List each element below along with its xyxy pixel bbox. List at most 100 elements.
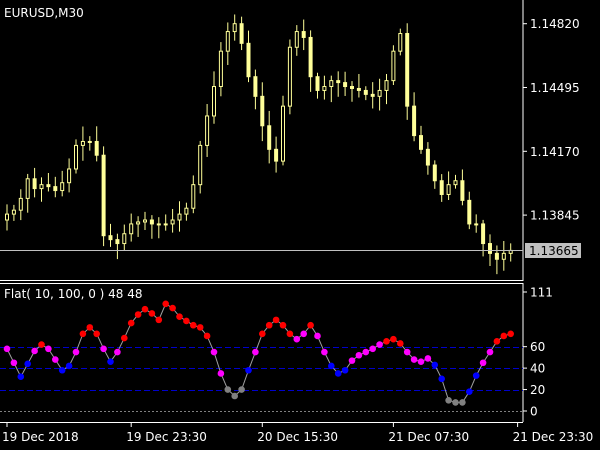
flat-dot [252,348,259,356]
candle-body [336,80,341,84]
candle-body [453,180,458,186]
flat-dot [390,335,397,343]
candle-body [246,42,251,78]
candle-body [294,31,299,48]
flat-dot [231,392,238,400]
candle-body [356,87,361,91]
candle-body [39,184,44,190]
flat-dot [410,356,418,363]
candle-body [191,184,196,209]
flat-dot [486,348,494,356]
candle-body [446,184,451,195]
flat-dot [328,362,335,370]
candle-body [60,182,65,192]
candle-body [101,154,106,237]
candle-body [205,115,210,146]
indicator-tick-label: 111 [530,286,553,300]
candle-body [322,86,327,91]
flat-dot [100,345,107,353]
candle-body [239,23,244,44]
flat-dot [162,300,169,308]
flat-dot [293,335,301,343]
flat-dot [300,330,308,338]
flat-dot [107,358,114,365]
candle-body [32,178,37,190]
candle-body [287,46,292,107]
flat-dot [314,332,321,340]
flat-dot [3,345,11,353]
candle-body [163,223,168,226]
flat-dot [452,399,459,406]
chart-canvas[interactable]: 1.14820 1.14495 1.14170 1.13845 1.13665 EUR… [0,0,600,450]
candle-body [501,252,506,260]
flat-dot [203,332,211,340]
flat-dot [148,310,156,317]
candle-body [232,23,237,33]
candle-body [260,95,265,127]
candle-body [481,223,486,245]
candle-body [74,144,78,170]
candle-body [363,89,368,95]
flat-dot [397,340,404,347]
flat-dot [45,345,52,353]
candle-body [419,135,423,150]
time-tick-label: 19 Dec 23:30 [126,430,207,444]
flat-dot [259,330,266,338]
flat-dot [445,396,452,404]
price-tick-label: 1.14170 [530,145,580,159]
candle-body [425,148,430,166]
candle-body [225,31,230,52]
candle-body [315,76,320,91]
flat-dot [403,348,411,356]
time-tick-label: 21 Dec 07:30 [388,430,469,444]
candle-body [198,144,203,186]
flat-dot [38,341,45,348]
flat-dot [141,305,149,313]
candle-body [53,186,58,192]
flat-dot [127,319,135,327]
flat-dot [93,330,100,338]
indicator-tick-label: 0 [530,405,538,419]
candle-body [405,33,410,107]
candle-body [143,219,147,223]
flat-dot [224,386,232,393]
flat-dot [196,324,204,331]
candle-body [488,243,492,254]
indicator-label: Flat( 10, 100, 0 ) 48 48 [4,287,143,301]
flat-dot [183,317,190,325]
candle-body [184,207,189,215]
flat-dot [383,338,390,345]
flat-dot [65,362,73,370]
candle-body [149,219,154,225]
candle-body [94,140,99,156]
flat-dot [493,338,501,345]
candle-body [350,86,354,89]
flat-dot [355,351,363,359]
candle-body [218,50,223,88]
indicator-tick-label: 20 [530,383,545,397]
flat-dot [272,316,280,324]
flat-dot [279,321,287,329]
candle-body [87,140,92,143]
candle-body [18,197,23,211]
flat-dot [369,345,377,353]
flat-dot [86,324,94,331]
flat-dot [114,348,121,356]
candle-body [122,233,127,245]
candle-body [80,140,85,146]
candle-body [177,213,182,221]
flat-dot [210,348,218,356]
flat-dot [176,313,183,320]
candle-body [370,93,375,97]
candle-body [46,184,51,188]
price-tick-label: 1.14495 [530,81,580,95]
candle-body [25,178,30,199]
candle-body [253,76,258,97]
flat-dot [459,399,466,406]
candle-body [412,105,417,137]
flat-dot [24,360,32,368]
candle-body [136,221,141,225]
price-tick-label: 1.13845 [530,209,580,223]
indicator-tick-label: 60 [530,340,545,354]
candle-body [5,213,9,221]
